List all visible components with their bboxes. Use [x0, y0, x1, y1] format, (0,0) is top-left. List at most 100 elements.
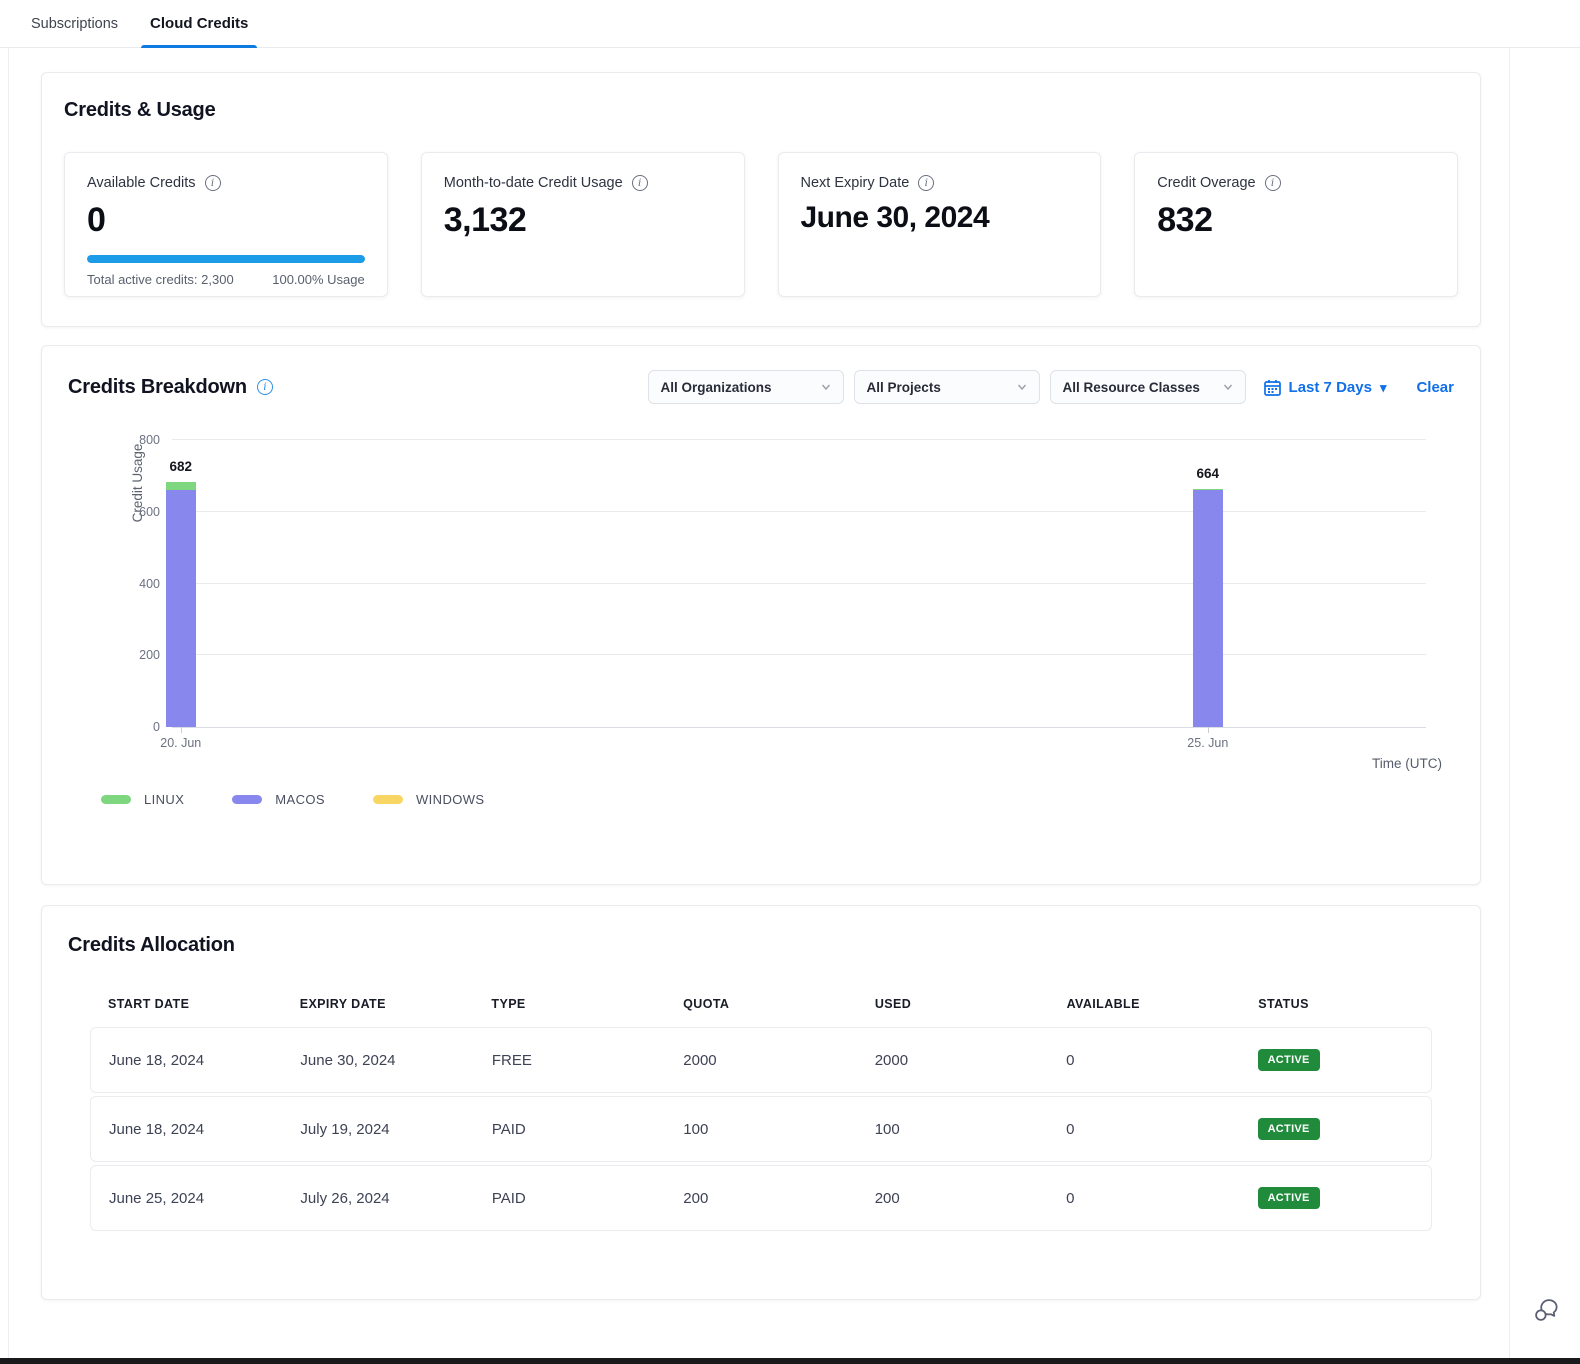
column-header-quota: QUOTA — [665, 997, 857, 1011]
x-axis-title: Time (UTC) — [1372, 756, 1442, 771]
table-cell: ACTIVE — [1240, 1118, 1431, 1140]
table-cell: 0 — [1048, 1121, 1239, 1138]
y-axis-tick-label: 0 — [153, 720, 160, 734]
credits-usage-title: Credits & Usage — [64, 99, 1458, 122]
next-expiry-card: Next Expiry Date June 30, 2024 — [778, 152, 1102, 297]
table-cell: 2000 — [665, 1052, 856, 1069]
credit-usage-chart: Credit Usage 020040060080068220. Jun6642… — [172, 440, 1426, 728]
stats-grid: Available Credits 0 Total active credits… — [64, 152, 1458, 297]
resource-classes-select-value: All Resource Classes — [1063, 380, 1200, 395]
x-axis-tick-label: 25. Jun — [1187, 736, 1228, 750]
table-cell: 0 — [1048, 1190, 1239, 1207]
x-axis-tick-label: 20. Jun — [160, 736, 201, 750]
credit-overage-label: Credit Overage — [1157, 175, 1255, 191]
legend-swatch — [373, 795, 403, 804]
table-cell: 200 — [857, 1190, 1048, 1207]
status-badge: ACTIVE — [1258, 1049, 1320, 1071]
column-header-available: AVAILABLE — [1049, 997, 1241, 1011]
legend-item-macos[interactable]: MACOS — [232, 792, 325, 807]
tab-subscriptions-label: Subscriptions — [31, 16, 118, 32]
tab-cloud-credits-label: Cloud Credits — [150, 15, 248, 32]
bottom-bar — [0, 1358, 1580, 1364]
projects-select-value: All Projects — [867, 380, 941, 395]
clear-filters-button[interactable]: Clear — [1416, 379, 1454, 396]
table-cell: June 30, 2024 — [282, 1052, 473, 1069]
resource-classes-select[interactable]: All Resource Classes — [1050, 370, 1246, 404]
table-cell: 100 — [857, 1121, 1048, 1138]
table-row: June 18, 2024July 19, 2024PAID1001000ACT… — [90, 1096, 1432, 1162]
legend-swatch — [101, 795, 131, 804]
next-expiry-value: June 30, 2024 — [801, 201, 1079, 235]
chevron-down-icon — [1223, 382, 1233, 392]
legend-swatch — [232, 795, 262, 804]
x-axis-tick — [1208, 727, 1209, 733]
table-cell: June 18, 2024 — [91, 1052, 282, 1069]
page: Subscriptions Cloud Credits Credits & Us… — [0, 0, 1580, 1364]
mtd-usage-label: Month-to-date Credit Usage — [444, 175, 623, 191]
available-credits-value: 0 — [87, 201, 365, 240]
bar-segment-linux — [166, 482, 196, 490]
credits-progress-bar — [87, 255, 365, 263]
table-cell: PAID — [474, 1190, 665, 1207]
chart-gridline — [172, 583, 1426, 584]
info-icon[interactable] — [632, 175, 648, 191]
chart-bar[interactable] — [166, 482, 196, 727]
bar-total-label: 664 — [1197, 466, 1220, 481]
chart-legend: LINUX MACOS WINDOWS — [101, 792, 1454, 807]
tab-cloud-credits[interactable]: Cloud Credits — [141, 0, 257, 48]
table-cell: PAID — [474, 1121, 665, 1138]
credits-breakdown-title: Credits Breakdown — [68, 376, 247, 399]
calendar-icon — [1264, 379, 1281, 396]
organizations-select[interactable]: All Organizations — [648, 370, 844, 404]
table-row: June 25, 2024July 26, 2024PAID2002000ACT… — [90, 1165, 1432, 1231]
table-body: June 18, 2024June 30, 2024FREE200020000A… — [90, 1027, 1432, 1231]
legend-label: WINDOWS — [416, 792, 485, 807]
y-axis-tick-label: 400 — [139, 577, 160, 591]
credit-overage-card: Credit Overage 832 — [1134, 152, 1458, 297]
table-cell: ACTIVE — [1240, 1187, 1431, 1209]
table-cell: 100 — [665, 1121, 856, 1138]
table-row: June 18, 2024June 30, 2024FREE200020000A… — [90, 1027, 1432, 1093]
x-axis-tick — [181, 727, 182, 733]
column-header-used: USED — [857, 997, 1049, 1011]
available-credits-label: Available Credits — [87, 175, 196, 191]
bar-total-label: 682 — [170, 459, 193, 474]
legend-item-windows[interactable]: WINDOWS — [373, 792, 485, 807]
table-cell: ACTIVE — [1240, 1049, 1431, 1071]
credits-allocation-section: Credits Allocation START DATEEXPIRY DATE… — [41, 905, 1481, 1300]
date-range-value: Last 7 Days — [1289, 379, 1372, 396]
legend-item-linux[interactable]: LINUX — [101, 792, 184, 807]
status-badge: ACTIVE — [1258, 1118, 1320, 1140]
table-cell: 0 — [1048, 1052, 1239, 1069]
info-icon[interactable] — [205, 175, 221, 191]
info-icon[interactable] — [257, 379, 273, 395]
table-header-row: START DATEEXPIRY DATETYPEQUOTAUSEDAVAILA… — [90, 997, 1432, 1027]
table-cell: 2000 — [857, 1052, 1048, 1069]
legend-label: LINUX — [144, 792, 184, 807]
tab-subscriptions[interactable]: Subscriptions — [22, 0, 127, 48]
chart-plot-area: 020040060080068220. Jun66425. Jun — [172, 440, 1426, 728]
y-axis-tick-label: 200 — [139, 648, 160, 662]
mtd-usage-card: Month-to-date Credit Usage 3,132 — [421, 152, 745, 297]
bar-segment-macos — [1193, 490, 1223, 727]
credit-overage-value: 832 — [1157, 201, 1435, 240]
chart-bar[interactable] — [1193, 489, 1223, 727]
projects-select[interactable]: All Projects — [854, 370, 1040, 404]
date-range-picker[interactable]: Last 7 Days — [1264, 379, 1387, 396]
table-cell: July 26, 2024 — [282, 1190, 473, 1207]
bar-segment-macos — [166, 490, 196, 727]
total-active-credits-text: Total active credits: 2,300 — [87, 272, 234, 287]
chevron-down-icon — [821, 382, 831, 392]
column-header-type: TYPE — [473, 997, 665, 1011]
available-credits-card: Available Credits 0 Total active credits… — [64, 152, 388, 297]
credits-allocation-table: START DATEEXPIRY DATETYPEQUOTAUSEDAVAILA… — [90, 997, 1432, 1231]
next-expiry-label: Next Expiry Date — [801, 175, 910, 191]
info-icon[interactable] — [918, 175, 934, 191]
info-icon[interactable] — [1265, 175, 1281, 191]
caret-down-icon — [1380, 379, 1387, 396]
table-cell: July 19, 2024 — [282, 1121, 473, 1138]
chat-feedback-button[interactable] — [1532, 1296, 1560, 1324]
usage-percent-text: 100.00% Usage — [272, 272, 365, 287]
credits-allocation-title: Credits Allocation — [68, 934, 1454, 957]
chat-bubbles-icon — [1532, 1296, 1560, 1324]
